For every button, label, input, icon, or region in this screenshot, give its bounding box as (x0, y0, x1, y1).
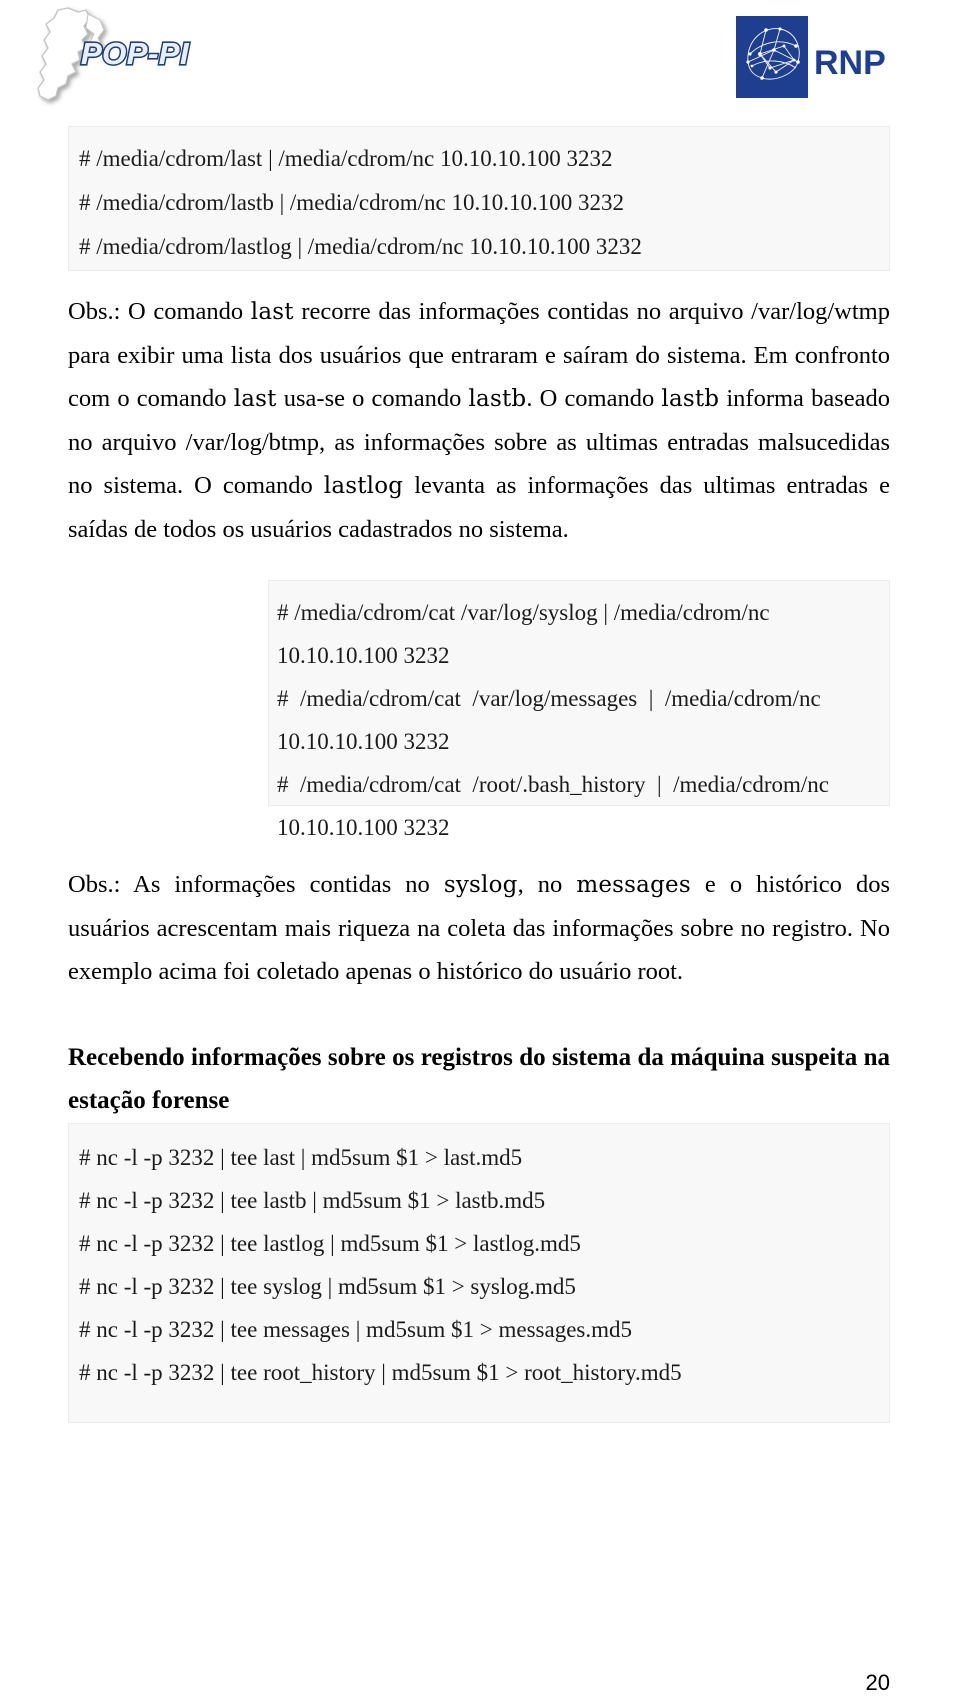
code-line: # nc -l -p 3232 | tee lastlog | md5sum $… (79, 1231, 581, 1256)
code-block-commands-last: # /media/cdrom/last | /media/cdrom/nc 10… (68, 126, 890, 271)
code-line: # nc -l -p 3232 | tee syslog | md5sum $1… (79, 1274, 576, 1299)
code-line: # /media/cdrom/cat /var/log/messages | /… (277, 686, 833, 754)
code-block-commands-nc-listen: # nc -l -p 3232 | tee last | md5sum $1 >… (68, 1123, 890, 1423)
page-number: 20 (865, 1670, 890, 1695)
pop-pi-wordmark: POP-PI POP-PI (79, 34, 191, 72)
code-line: # nc -l -p 3232 | tee lastb | md5sum $1 … (79, 1188, 546, 1213)
code-line: # /media/cdrom/lastlog | /media/cdrom/nc… (79, 234, 642, 259)
section-heading: Recebendo informações sobre os registros… (68, 1044, 890, 1114)
code-line: # /media/cdrom/lastb | /media/cdrom/nc 1… (79, 190, 625, 215)
observation-paragraph-2: Obs.: As informações contidas no syslog,… (68, 863, 890, 993)
observation-prefix: Obs.: (68, 298, 121, 325)
code-line: # /media/cdrom/cat /root/.bash_history |… (277, 772, 841, 840)
command-term: syslog (443, 872, 518, 898)
rnp-wordmark: RNP (814, 44, 886, 82)
paragraph-text: O comando (120, 298, 251, 325)
command-term: last (233, 386, 277, 412)
command-term: lastb (661, 386, 720, 412)
svg-text:POP-PI: POP-PI (81, 36, 190, 71)
command-term: messages (576, 872, 691, 898)
paragraph-text: . O comando (526, 385, 662, 412)
code-line: # /media/cdrom/last | /media/cdrom/nc 10… (79, 146, 613, 171)
code-block-commands-cat: # /media/cdrom/cat /var/log/syslog | /me… (268, 580, 890, 840)
paragraph-text: , no (517, 871, 577, 898)
paragraph-text: As informações contidas no (120, 871, 444, 898)
document-page: POP-PI POP-PI RNP # /media/cdrom/last | … (0, 0, 960, 1703)
command-term: lastlog (323, 473, 404, 499)
observation-prefix: Obs.: (68, 871, 121, 898)
code-line: # nc -l -p 3232 | tee last | md5sum $1 >… (79, 1145, 523, 1170)
command-term: lastb (468, 386, 527, 412)
command-term: last (250, 299, 294, 325)
pop-pi-logo: POP-PI POP-PI (26, 6, 196, 106)
paragraph-text: usa-se o comando (276, 385, 469, 412)
rnp-logo: RNP (736, 16, 888, 98)
page-header: POP-PI POP-PI RNP (0, 0, 960, 118)
code-line: # nc -l -p 3232 | tee root_history | md5… (79, 1360, 682, 1385)
code-line: # /media/cdrom/cat /var/log/syslog | /me… (277, 600, 776, 668)
code-line: # nc -l -p 3232 | tee messages | md5sum … (79, 1317, 633, 1342)
observation-paragraph-1: Obs.: O comando last recorre das informa… (68, 290, 890, 551)
